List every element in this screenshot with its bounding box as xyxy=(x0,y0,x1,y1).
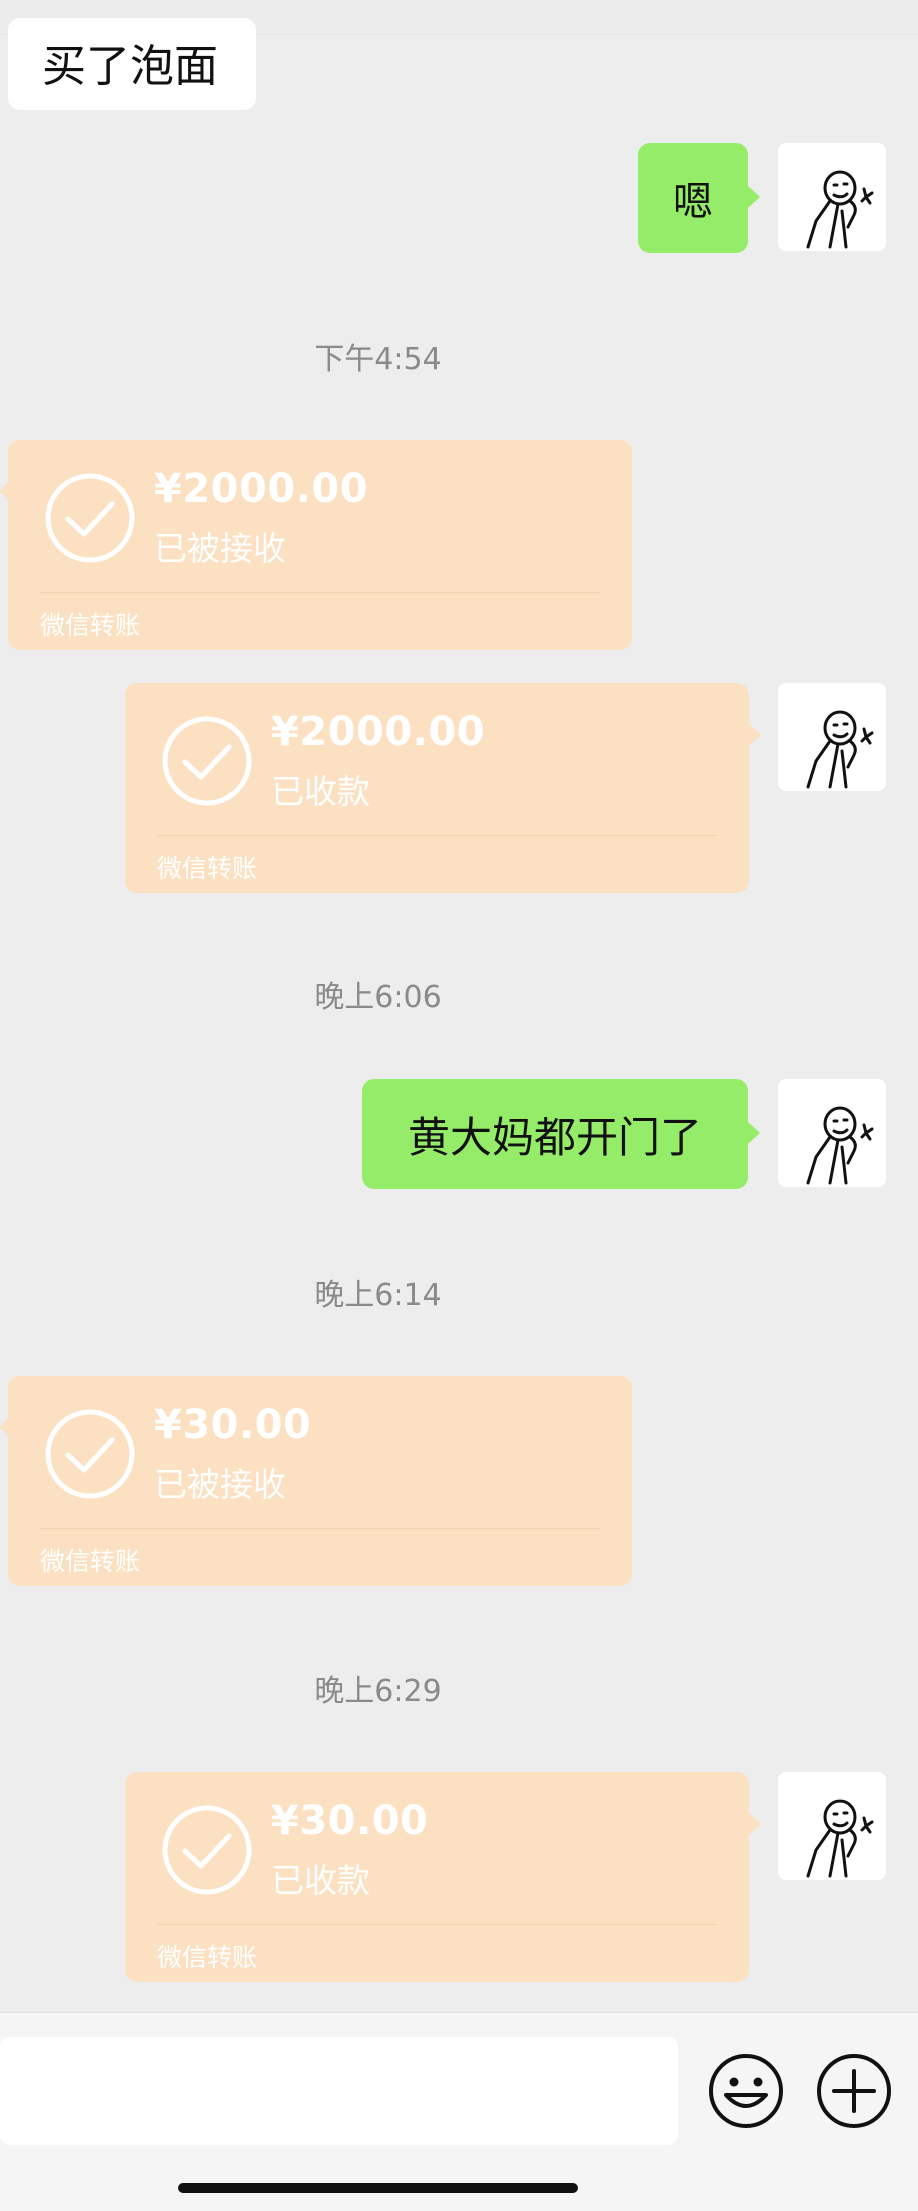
avatar[interactable] xyxy=(778,143,886,251)
transfer-amount: ¥2000.00 xyxy=(271,709,486,755)
transfer-card[interactable]: ¥2000.00 已被接收 微信转账 xyxy=(8,440,632,650)
check-circle-icon xyxy=(45,473,135,563)
check-circle-icon xyxy=(162,1805,252,1895)
avatar[interactable] xyxy=(778,1772,886,1880)
timestamp: 晚上6:14 xyxy=(314,1278,442,1313)
bubble-tail xyxy=(749,1813,761,1835)
transfer-amount: ¥30.00 xyxy=(154,1402,312,1448)
bubble-tail xyxy=(749,724,761,746)
transfer-card[interactable]: ¥30.00 已被接收 微信转账 xyxy=(8,1376,632,1586)
stick-figure-avatar-icon xyxy=(806,710,874,789)
incoming-message-bubble[interactable]: 买了泡面 xyxy=(8,18,256,110)
transfer-status: 已被接收 xyxy=(154,529,286,568)
stick-figure-avatar-icon xyxy=(806,1799,874,1878)
bubble-tail xyxy=(748,1122,760,1144)
transfer-status: 已收款 xyxy=(271,772,370,811)
check-circle-icon xyxy=(45,1409,135,1499)
home-indicator xyxy=(178,2183,578,2193)
message-text: 黄大妈都开门了 xyxy=(407,1112,702,1162)
stick-figure-avatar-icon xyxy=(806,1106,874,1185)
divider xyxy=(40,1528,600,1529)
timestamp: 下午4:54 xyxy=(314,342,442,377)
transfer-status: 已收款 xyxy=(271,1861,370,1900)
bubble-tail xyxy=(748,186,760,208)
emoji-icon[interactable] xyxy=(706,2051,786,2131)
plus-icon[interactable] xyxy=(814,2051,894,2131)
divider xyxy=(40,592,600,593)
transfer-amount: ¥30.00 xyxy=(271,1798,429,1844)
transfer-card[interactable]: ¥2000.00 已收款 微信转账 xyxy=(125,683,749,893)
check-circle-icon xyxy=(162,716,252,806)
timestamp: 晚上6:06 xyxy=(314,980,442,1015)
transfer-label: 微信转账 xyxy=(157,1943,258,1972)
input-bar xyxy=(0,2012,918,2211)
timestamp: 晚上6:29 xyxy=(314,1674,442,1709)
message-text: 嗯 xyxy=(673,179,713,225)
avatar[interactable] xyxy=(778,683,886,791)
stick-figure-avatar-icon xyxy=(806,170,874,249)
message-text: 买了泡面 xyxy=(42,41,218,92)
divider xyxy=(157,1924,717,1925)
transfer-amount: ¥2000.00 xyxy=(154,466,369,512)
avatar[interactable] xyxy=(778,1079,886,1187)
transfer-card[interactable]: ¥30.00 已收款 微信转账 xyxy=(125,1772,749,1982)
transfer-status: 已被接收 xyxy=(154,1465,286,1504)
outgoing-message-bubble[interactable]: 黄大妈都开门了 xyxy=(362,1079,748,1189)
message-input[interactable] xyxy=(0,2037,678,2145)
transfer-label: 微信转账 xyxy=(40,1547,141,1576)
transfer-label: 微信转账 xyxy=(40,611,141,640)
outgoing-message-bubble[interactable]: 嗯 xyxy=(638,143,748,253)
transfer-label: 微信转账 xyxy=(157,854,258,883)
divider xyxy=(157,835,717,836)
